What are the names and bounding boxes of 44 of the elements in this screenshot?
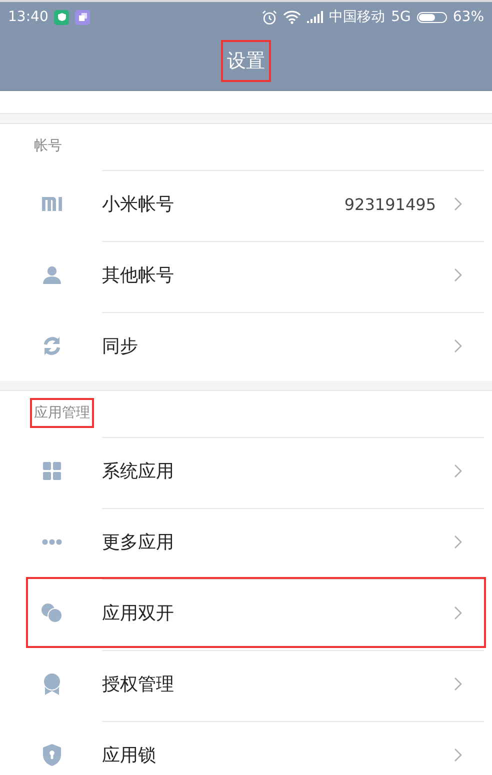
network-type: 5G [391,9,411,25]
row-label: 其他帐号 [102,264,175,287]
chevron-icon [454,339,462,353]
row-label: 应用锁 [102,744,157,767]
row-label: 系统应用 [102,460,175,483]
stack-app-icon [75,10,90,24]
shield-app-icon [54,10,70,24]
status-time: 13:40 [8,9,48,25]
battery-percent: 63% [452,9,484,25]
chevron-icon [454,464,462,478]
settings-row[interactable]: 其他帐号 [26,239,486,310]
person-icon [40,266,64,284]
settings-row[interactable]: 授权管理 [26,648,486,719]
row-label: 更多应用 [102,531,175,554]
shield-icon [40,744,64,766]
settings-row[interactable]: 同步 [26,310,486,381]
grid-icon [40,462,64,480]
alarm-clock-icon [262,10,278,24]
chevron-icon [454,535,462,549]
section-title: 帐号 [33,137,63,156]
chevron-icon [454,748,462,762]
row-label: 授权管理 [102,673,175,696]
settings-row[interactable]: 应用锁 [26,719,486,775]
page-title: 设置 [221,40,271,82]
settings-row[interactable]: 应用双开 [26,577,486,648]
chevron-icon [454,268,462,282]
battery-icon [416,12,447,22]
settings-row[interactable]: 更多应用 [26,506,486,577]
mi-logo-icon [40,196,64,210]
signal-bars-icon [307,11,324,23]
section-title: 应用管理 [30,398,94,428]
more-dots-icon [40,538,64,544]
settings-row[interactable]: 小米帐号 923191495 [26,168,486,239]
overlapping-circles-icon [40,602,64,622]
chevron-icon [454,606,462,620]
wifi-icon [283,10,302,24]
row-value: 923191495 [344,194,436,214]
chevron-icon [454,677,462,691]
row-label: 同步 [102,335,139,358]
row-label: 小米帐号 [102,193,175,216]
carrier-name: 中国移动 [329,8,386,26]
row-label: 应用双开 [102,602,175,625]
settings-row[interactable]: 系统应用 [26,435,486,506]
chevron-icon [454,197,462,211]
